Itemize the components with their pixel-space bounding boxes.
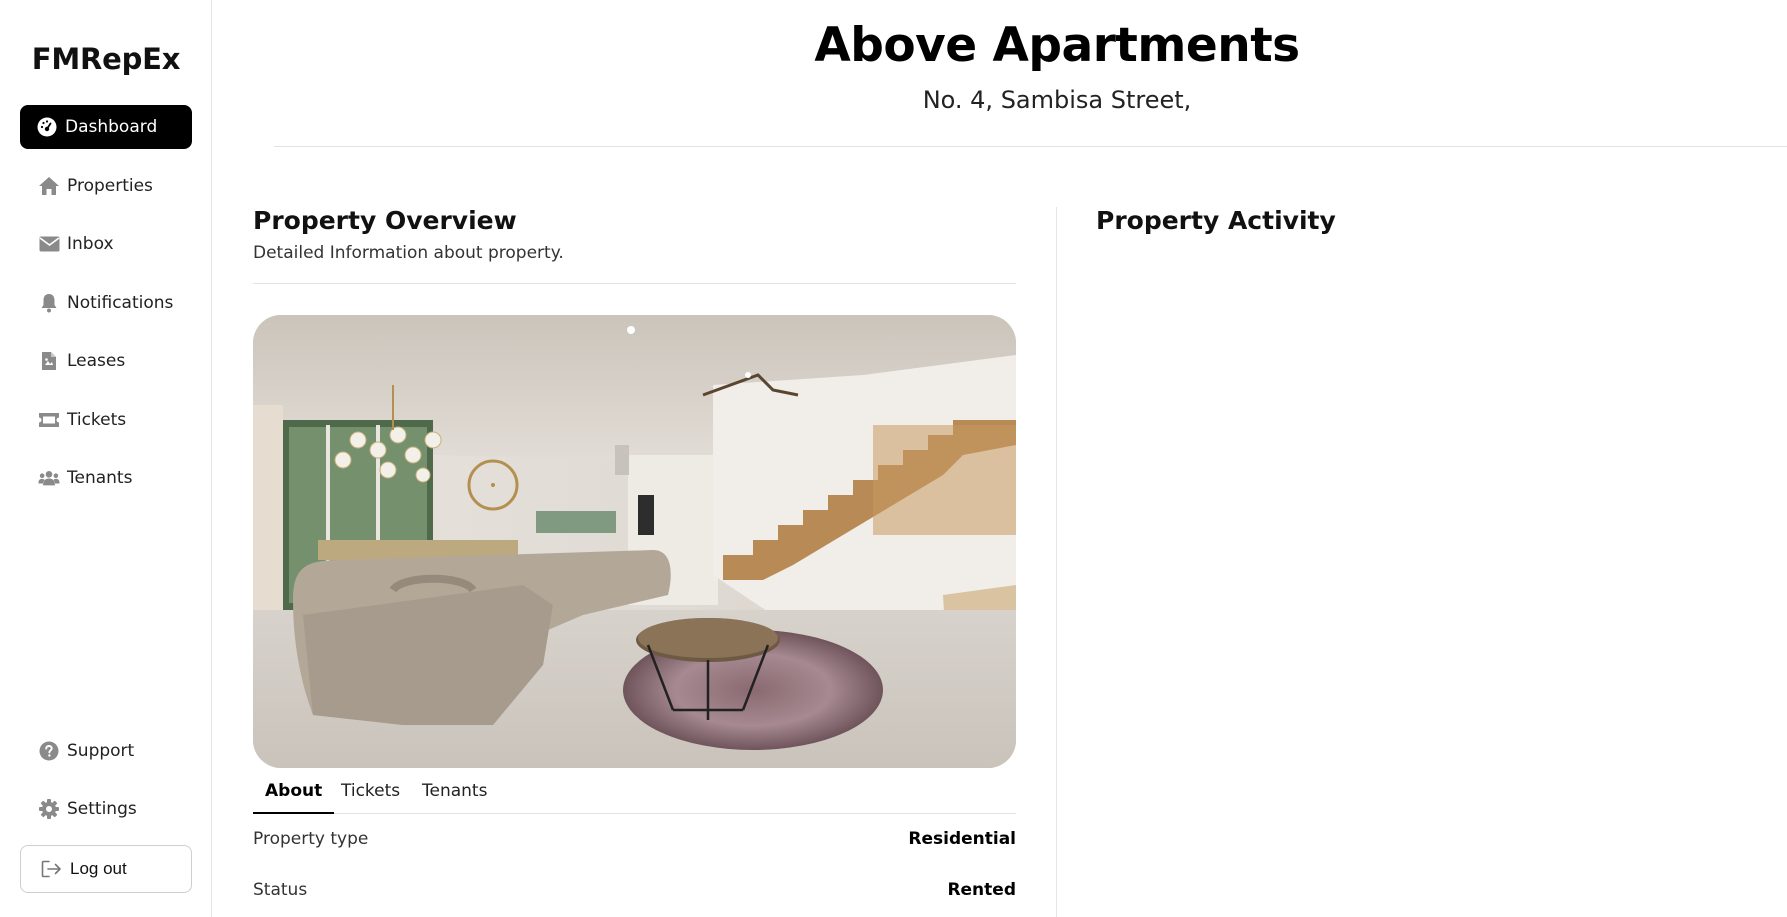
envelope-icon (38, 233, 60, 255)
overview-description: Detailed Information about property. (253, 243, 564, 263)
tab-about[interactable]: About (253, 781, 335, 814)
sidebar-item-label: Settings (67, 799, 137, 819)
document-icon (38, 350, 60, 372)
sidebar-item-tickets[interactable]: Tickets (20, 398, 192, 442)
sidebar-item-settings[interactable]: Settings (20, 787, 192, 831)
detail-label: Status (253, 880, 308, 900)
sidebar-item-label: Notifications (67, 293, 174, 313)
property-photo (253, 315, 1016, 768)
tab-tickets[interactable]: Tickets (341, 781, 400, 814)
overview-tabs: About Tickets Tenants (253, 775, 1016, 814)
activity-title: Property Activity (1096, 206, 1336, 235)
detail-value: Residential (908, 829, 1016, 849)
sidebar-item-label: Inbox (67, 234, 114, 254)
sidebar-item-dashboard[interactable]: Dashboard (20, 105, 192, 149)
gear-icon (38, 798, 60, 820)
bell-icon (38, 292, 60, 314)
sidebar-item-label: Tickets (67, 410, 127, 430)
sidebar-item-label: Properties (67, 176, 153, 196)
sidebar-item-label: Leases (67, 351, 126, 371)
property-address: No. 4, Sambisa Street, (922, 86, 1192, 114)
sidebar-item-notifications[interactable]: Notifications (20, 281, 192, 325)
sidebar-item-tenants[interactable]: Tenants (20, 456, 192, 500)
question-icon (38, 740, 60, 762)
overview-divider (253, 283, 1016, 284)
logout-button[interactable]: Log out (20, 845, 192, 893)
logout-icon (41, 860, 62, 878)
sidebar-item-label: Dashboard (65, 117, 158, 137)
brand-logo[interactable]: FMRepEx (0, 42, 212, 76)
sidebar-item-properties[interactable]: Properties (20, 164, 192, 208)
detail-label: Property type (253, 829, 369, 849)
logout-label: Log out (70, 859, 127, 878)
sidebar-item-label: Support (67, 741, 135, 761)
dashboard-icon (36, 116, 58, 138)
detail-row-status: Status Rented (253, 880, 1016, 904)
tab-tenants[interactable]: Tenants (422, 781, 487, 814)
sidebar-item-support[interactable]: Support (20, 729, 192, 773)
ticket-icon (38, 409, 60, 431)
header-divider (274, 146, 1787, 147)
page-title: Above Apartments (814, 18, 1300, 73)
detail-row-property-type: Property type Residential (253, 829, 1016, 853)
sidebar-item-leases[interactable]: Leases (20, 339, 192, 383)
detail-value: Rented (947, 880, 1016, 900)
column-divider (1056, 207, 1057, 917)
sidebar-item-label: Tenants (67, 468, 133, 488)
sidebar: FMRepEx Dashboard Properties Inbox Notif… (0, 0, 212, 917)
overview-title: Property Overview (253, 206, 517, 235)
users-icon (38, 467, 60, 489)
sidebar-item-inbox[interactable]: Inbox (20, 222, 192, 266)
home-icon (38, 175, 60, 197)
